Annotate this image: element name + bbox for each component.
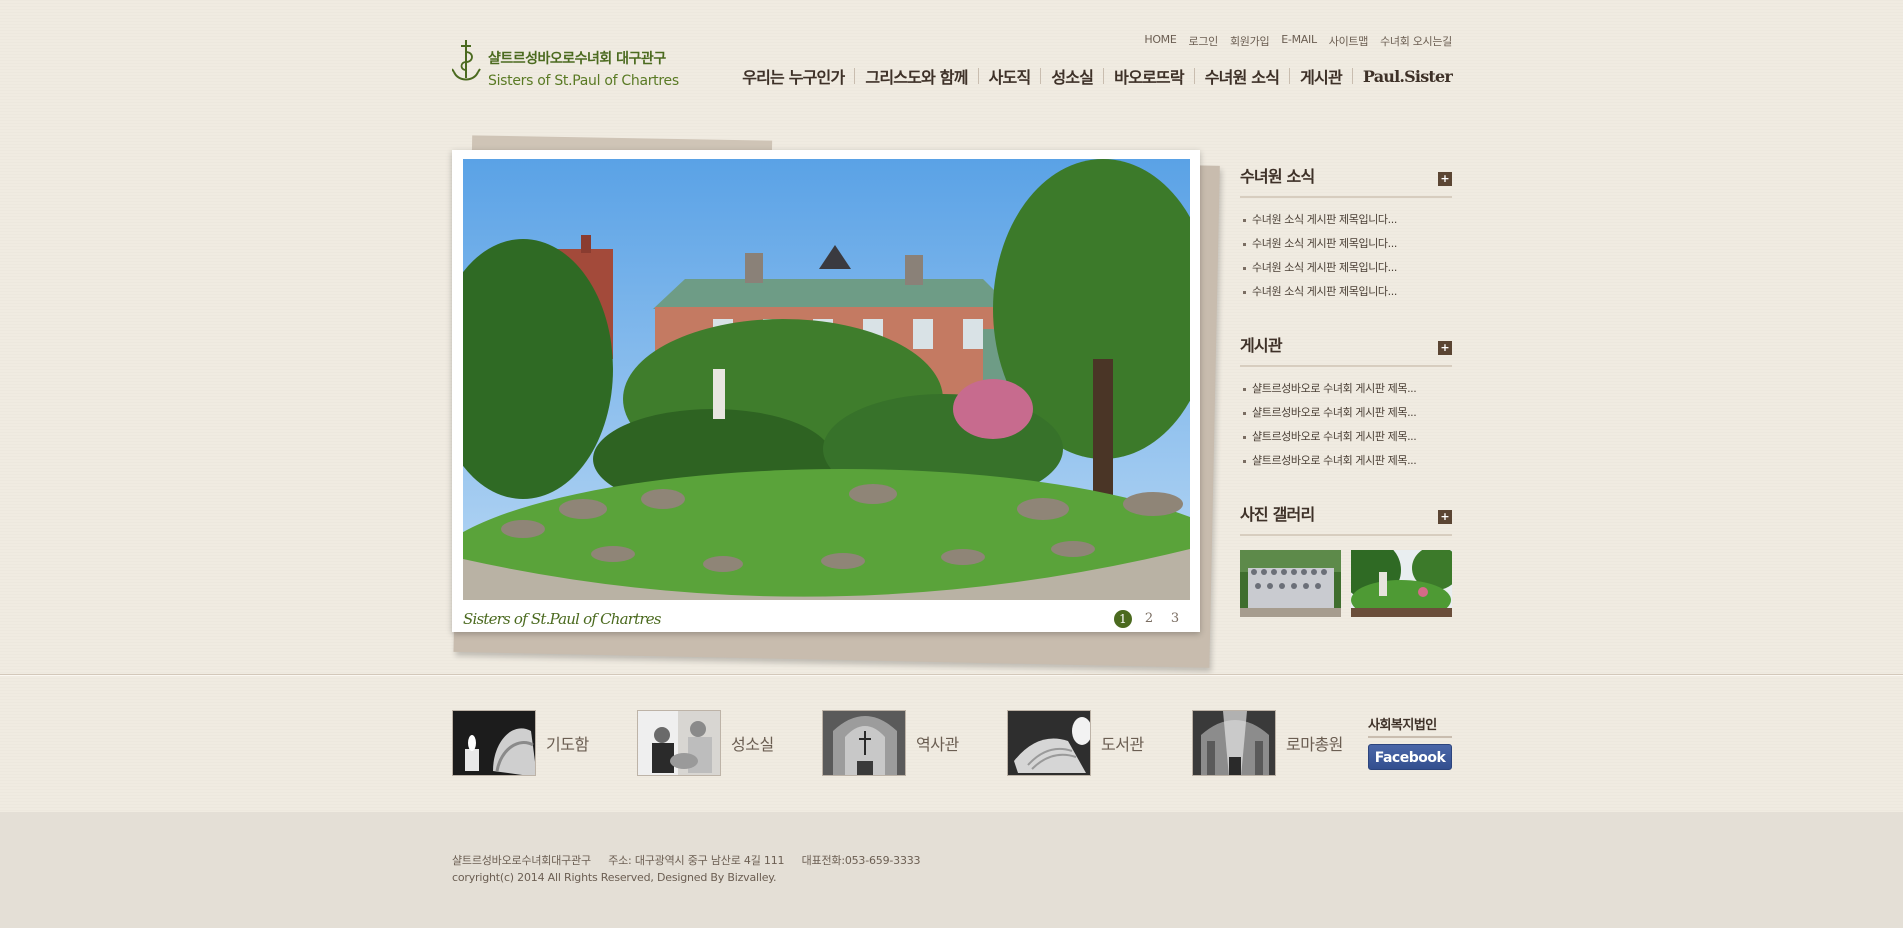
news-item[interactable]: 수녀원 소식 게시판 제목입니다... <box>1240 235 1452 259</box>
nav-item-paul-sister[interactable]: Paul.Sister <box>1353 67 1453 86</box>
news-title: 수녀원 소식 <box>1240 167 1315 186</box>
quick-link-vocation[interactable]: 성소실 <box>637 710 774 776</box>
quick-link-history[interactable]: 역사관 <box>822 710 959 776</box>
news-item[interactable]: 수녀원 소식 게시판 제목입니다... <box>1240 283 1452 307</box>
section-divider <box>0 674 1903 676</box>
visual-frame: Sisters of St.Paul of Chartres 1 2 3 <box>452 150 1200 632</box>
social-welfare-corp-link[interactable]: 사회복지법인 <box>1368 714 1452 738</box>
footer-org-name: 샬트르성바오로수녀회대구관구 <box>452 854 591 867</box>
footer-phone: 대표전화:053-659-3333 <box>801 854 921 867</box>
facebook-button[interactable]: Facebook <box>1368 744 1452 770</box>
util-link-join[interactable]: 회원가입 <box>1230 33 1270 49</box>
convent-photo <box>463 159 1190 600</box>
nav-item-paul-garden[interactable]: 바오로뜨락 <box>1104 64 1194 88</box>
vocation-image <box>637 710 721 776</box>
board-section: 게시관 + 샬트르성바오로 수녀회 게시판 제목... 샬트르성바오로 수녀회 … <box>1240 329 1452 476</box>
sidebar: 수녀원 소식 + 수녀원 소식 게시판 제목입니다... 수녀원 소식 게시판 … <box>1240 160 1452 617</box>
quick-link-rome-generalate[interactable]: 로마총원 <box>1192 710 1343 776</box>
nav-item-convent-news[interactable]: 수녀원 소식 <box>1195 64 1289 88</box>
util-link-sitemap[interactable]: 사이트맵 <box>1329 33 1369 49</box>
gallery-thumbnail-garden[interactable] <box>1351 550 1452 617</box>
gallery-thumbnail-group-photo[interactable] <box>1240 550 1341 617</box>
quick-link-label: 성소실 <box>731 735 774 754</box>
quick-link-prayer[interactable]: 기도함 <box>452 710 589 776</box>
quick-links: 기도함 성소실 역사관 도서관 로마총원 사회복지법인 Facebook <box>452 710 1452 778</box>
logo-title-kr: 샬트르성바오로수녀회 대구관구 <box>488 51 666 67</box>
board-item[interactable]: 샬트르성바오로 수녀회 게시판 제목... <box>1240 380 1452 404</box>
quick-link-library[interactable]: 도서관 <box>1007 710 1144 776</box>
utility-nav: HOME 로그인 회원가입 E-MAIL 사이트맵 수녀회 오시는길 <box>1144 33 1452 49</box>
quick-link-label: 기도함 <box>546 735 589 754</box>
main-nav: 우리는 누구인가 그리스도와 함께 사도직 성소실 바오로뜨락 수녀원 소식 게… <box>732 64 1453 88</box>
news-section: 수녀원 소식 + 수녀원 소식 게시판 제목입니다... 수녀원 소식 게시판 … <box>1240 160 1452 307</box>
board-item[interactable]: 샬트르성바오로 수녀회 게시판 제목... <box>1240 452 1452 476</box>
util-link-login[interactable]: 로그인 <box>1189 33 1219 49</box>
slide-page-3[interactable]: 3 <box>1166 610 1184 628</box>
util-link-directions[interactable]: 수녀회 오시는길 <box>1380 33 1452 49</box>
news-item[interactable]: 수녀원 소식 게시판 제목입니다... <box>1240 211 1452 235</box>
anchor-cross-icon <box>452 40 481 81</box>
main-visual: Sisters of St.Paul of Chartres 1 2 3 <box>452 135 1220 668</box>
news-item[interactable]: 수녀원 소식 게시판 제목입니다... <box>1240 259 1452 283</box>
quick-link-label: 도서관 <box>1101 735 1144 754</box>
nav-item-with-christ[interactable]: 그리스도와 함께 <box>855 64 977 88</box>
board-item[interactable]: 샬트르성바오로 수녀회 게시판 제목... <box>1240 404 1452 428</box>
gallery-more-button[interactable]: + <box>1438 510 1452 524</box>
util-link-email[interactable]: E-MAIL <box>1281 33 1317 49</box>
library-book-image <box>1007 710 1091 776</box>
footer-copyright: coryright(c) 2014 All Rights Reserved, D… <box>452 871 777 884</box>
slide-pager: 1 2 3 <box>1114 610 1184 628</box>
site-logo[interactable]: 샬트르성바오로수녀회 대구관구 Sisters of St.Paul of Ch… <box>452 38 679 89</box>
gallery-section: 사진 갤러리 + <box>1240 498 1452 617</box>
nav-item-vocation[interactable]: 성소실 <box>1041 64 1103 88</box>
logo-title-en: Sisters of St.Paul of Chartres <box>488 73 679 89</box>
nav-item-board[interactable]: 게시관 <box>1290 64 1352 88</box>
nav-item-who-we-are[interactable]: 우리는 누구인가 <box>732 64 854 88</box>
nav-item-apostolate[interactable]: 사도직 <box>979 64 1041 88</box>
rome-generalate-image <box>1192 710 1276 776</box>
visual-caption: Sisters of St.Paul of Chartres <box>463 610 662 628</box>
footer-address: 주소: 대구광역시 중구 남산로 4길 111 <box>608 854 785 867</box>
slide-page-1[interactable]: 1 <box>1114 610 1132 628</box>
site-footer: 샬트르성바오로수녀회대구관구 주소: 대구광역시 중구 남산로 4길 111 대… <box>0 812 1903 928</box>
util-link-home[interactable]: HOME <box>1144 33 1176 49</box>
slide-page-2[interactable]: 2 <box>1140 610 1158 628</box>
history-chapel-image <box>822 710 906 776</box>
corp-links: 사회복지법인 Facebook <box>1368 714 1452 770</box>
quick-link-label: 역사관 <box>916 735 959 754</box>
prayer-candle-image <box>452 710 536 776</box>
gallery-title: 사진 갤러리 <box>1240 505 1315 524</box>
board-item[interactable]: 샬트르성바오로 수녀회 게시판 제목... <box>1240 428 1452 452</box>
news-more-button[interactable]: + <box>1438 172 1452 186</box>
board-title: 게시관 <box>1240 336 1283 355</box>
board-more-button[interactable]: + <box>1438 341 1452 355</box>
quick-link-label: 로마총원 <box>1286 735 1343 754</box>
site-header: 샬트르성바오로수녀회 대구관구 Sisters of St.Paul of Ch… <box>452 0 1453 110</box>
